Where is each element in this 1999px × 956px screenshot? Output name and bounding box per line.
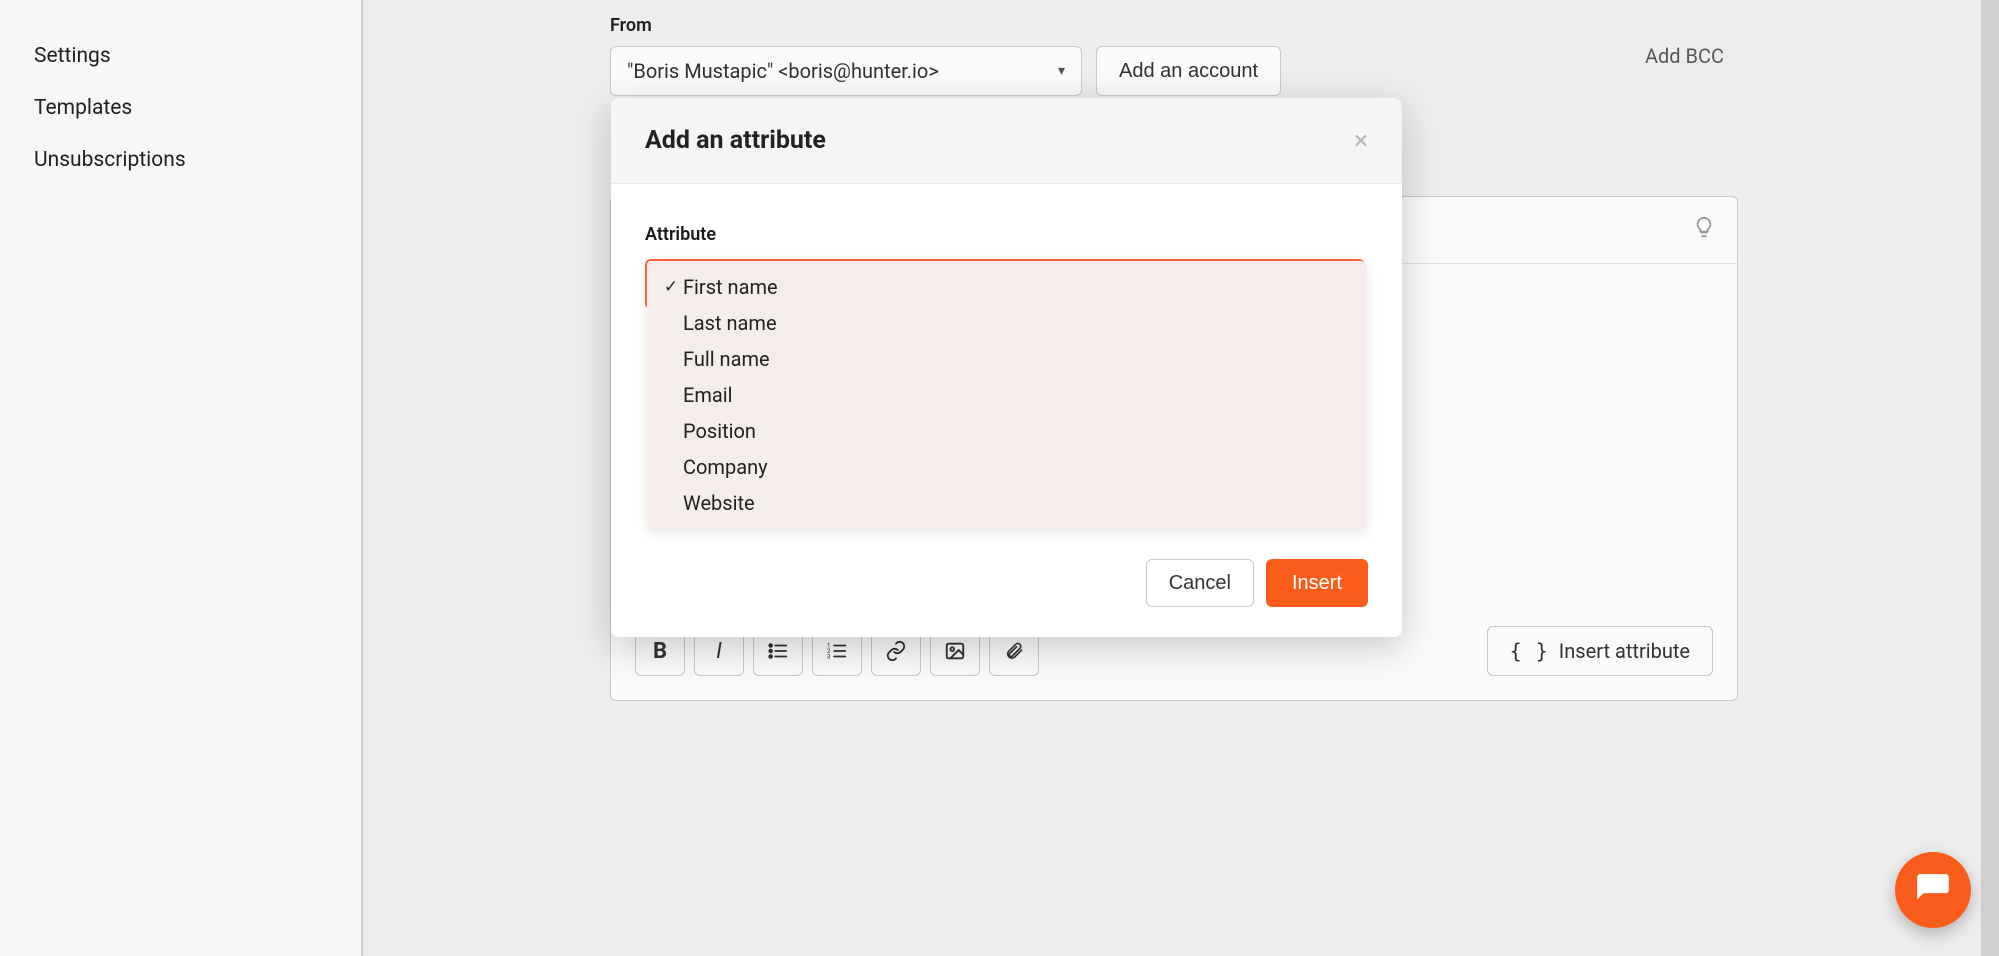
insert-button[interactable]: Insert: [1266, 559, 1368, 607]
attribute-option[interactable]: Email: [647, 377, 1367, 413]
attribute-option[interactable]: Company: [647, 449, 1367, 485]
attribute-option-label: First name: [683, 275, 778, 299]
attribute-option[interactable]: ✓First name: [647, 269, 1367, 305]
cancel-button[interactable]: Cancel: [1146, 559, 1254, 607]
attribute-select[interactable]: ✓First nameLast nameFull nameEmailPositi…: [645, 259, 1365, 309]
attribute-option-label: Last name: [683, 311, 777, 335]
close-icon[interactable]: ×: [1354, 128, 1368, 154]
attribute-option[interactable]: Website: [647, 485, 1367, 521]
attribute-option-label: Company: [683, 455, 768, 479]
attribute-dropdown: ✓First name Last name Full name Email Positi…: [647, 261, 1367, 529]
attribute-option[interactable]: Full name: [647, 341, 1367, 377]
attribute-option-label: Email: [683, 383, 733, 407]
add-attribute-modal: Add an attribute × Attribute ✓First name…: [611, 98, 1402, 637]
attribute-option-label: Position: [683, 419, 756, 443]
modal-title: Add an attribute: [645, 126, 826, 155]
attribute-option[interactable]: Position: [647, 413, 1367, 449]
attribute-option[interactable]: Last name: [647, 305, 1367, 341]
attribute-option-label: Website: [683, 491, 755, 515]
attribute-label: Attribute: [645, 224, 1368, 245]
attribute-option-label: Full name: [683, 347, 770, 371]
chat-fab[interactable]: [1895, 852, 1971, 928]
chat-icon: [1914, 871, 1952, 909]
check-icon: ✓: [659, 277, 683, 297]
